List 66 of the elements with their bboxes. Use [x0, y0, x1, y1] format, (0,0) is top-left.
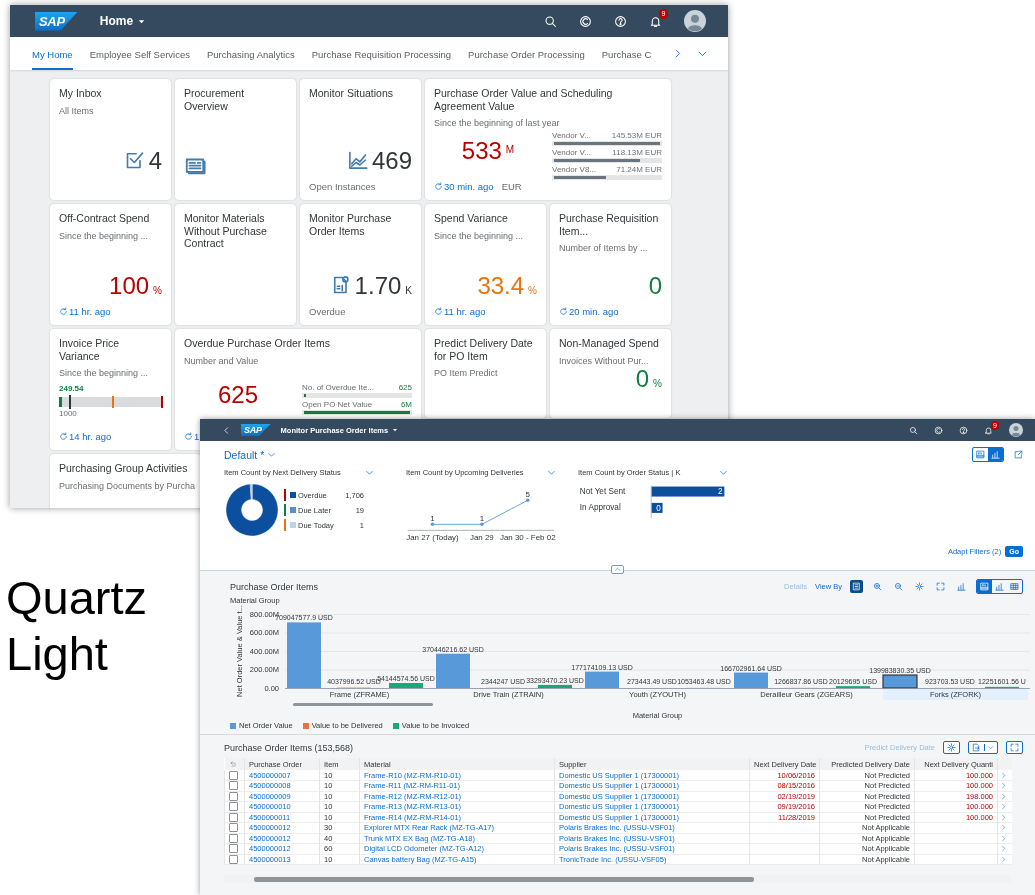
comparison-value: 625	[398, 383, 412, 393]
tile-title: Off-Contract Spend	[59, 212, 151, 225]
comparison-label: No. of Overdue Ite...	[302, 383, 375, 393]
tile-subtitle: Number and Value	[184, 355, 260, 366]
axis-label: Jan 29	[469, 532, 494, 542]
tile-title: Purchase Requisition Item...	[559, 212, 660, 237]
table-title: Purchase Order Items (153,568)	[224, 742, 354, 753]
tile-subtitle: Purchasing Documents by Purcha	[59, 480, 196, 491]
kpi-unit: %	[528, 285, 537, 296]
tile-footer: Open Instances	[309, 181, 376, 192]
slide-caption: Quartz Light	[6, 570, 149, 682]
tile-subtitle: Since the beginning ...	[59, 368, 150, 378]
comparison-label: Open PO Net Value	[302, 400, 373, 410]
tile-title: Monitor Materials Without Purchase Contract	[184, 212, 268, 250]
kpi-unit: K	[405, 285, 412, 296]
tile-subtitle: Invoices Without Pur...	[559, 355, 650, 366]
tile-title: Non-Managed Spend	[559, 337, 660, 350]
kpi-value: 533	[461, 138, 502, 164]
comparison-value: 6M	[400, 400, 412, 410]
comparison-value: 118.13M EUR	[612, 148, 662, 157]
tile-title: Invoice Price Variance	[59, 337, 121, 362]
comparison-label: Vendor V8...	[552, 165, 597, 174]
kpi-value: 4	[148, 148, 162, 174]
comparison-label: Vendor V...	[552, 148, 591, 157]
axis-label: Not Yet Sent	[579, 486, 626, 496]
tile-title: Purchasing Group Activities	[59, 462, 188, 475]
tile-subtitle: All Items	[59, 105, 95, 116]
data-label: 1	[479, 513, 485, 523]
axis-label: Jan 27 (Today)	[406, 532, 459, 542]
kpi-value: 625	[217, 381, 258, 408]
unit-label: EUR	[501, 181, 522, 192]
tile-title: Monitor Purchase Order Items	[309, 212, 393, 237]
tile-footer: Overdue	[309, 306, 346, 317]
tile-subtitle: Since the beginning ...	[434, 230, 525, 241]
kpi-unit: M	[505, 144, 515, 155]
kpi-value: 100	[109, 273, 150, 299]
tile-title: Monitor Situations	[309, 87, 395, 100]
tile-subtitle: PO Item Predict	[434, 368, 499, 378]
data-label: 5	[525, 489, 530, 499]
kpi-value: 1.70	[354, 273, 402, 299]
tile-subtitle: Number of Items by ...	[559, 243, 649, 253]
data-label: 0	[656, 503, 661, 513]
tile-subtitle: Since the beginning ...	[59, 230, 150, 241]
comparison-value: 145.53M EUR	[611, 131, 662, 140]
tile-subtitle: Since the beginning of last year	[434, 118, 561, 128]
comparison-label: Vendor V...	[552, 131, 591, 140]
axis-label: In Approval	[579, 503, 621, 513]
data-label: 1	[430, 513, 435, 523]
kpi-unit: %	[653, 378, 662, 389]
panel-title: Purchase Order Items	[230, 581, 319, 592]
tile-title: Spend Variance	[434, 212, 509, 225]
actual-value: 249.54	[59, 384, 85, 393]
comparison-value: 71.24M EUR	[616, 165, 662, 174]
axis-label: Jan 30 - Feb 02	[499, 532, 556, 542]
kpi-value: 469	[371, 148, 412, 174]
tile-title: Predict Delivery Date for PO Item	[434, 337, 534, 362]
kpi-value: 33.4	[477, 273, 525, 299]
kpi-value: 0	[635, 366, 650, 392]
tile-title: Overdue Purchase Order Items	[184, 337, 331, 350]
tile-title: Procurement Overview	[184, 87, 246, 112]
kpi-unit: %	[153, 285, 162, 296]
kpi-value: 0	[648, 273, 662, 299]
tile-title: Purchase Order Value and Scheduling Agreement Value	[434, 87, 614, 112]
target-value: 1000	[59, 409, 78, 418]
tile-title: My Inbox	[59, 87, 103, 100]
data-label: 2	[718, 487, 723, 497]
